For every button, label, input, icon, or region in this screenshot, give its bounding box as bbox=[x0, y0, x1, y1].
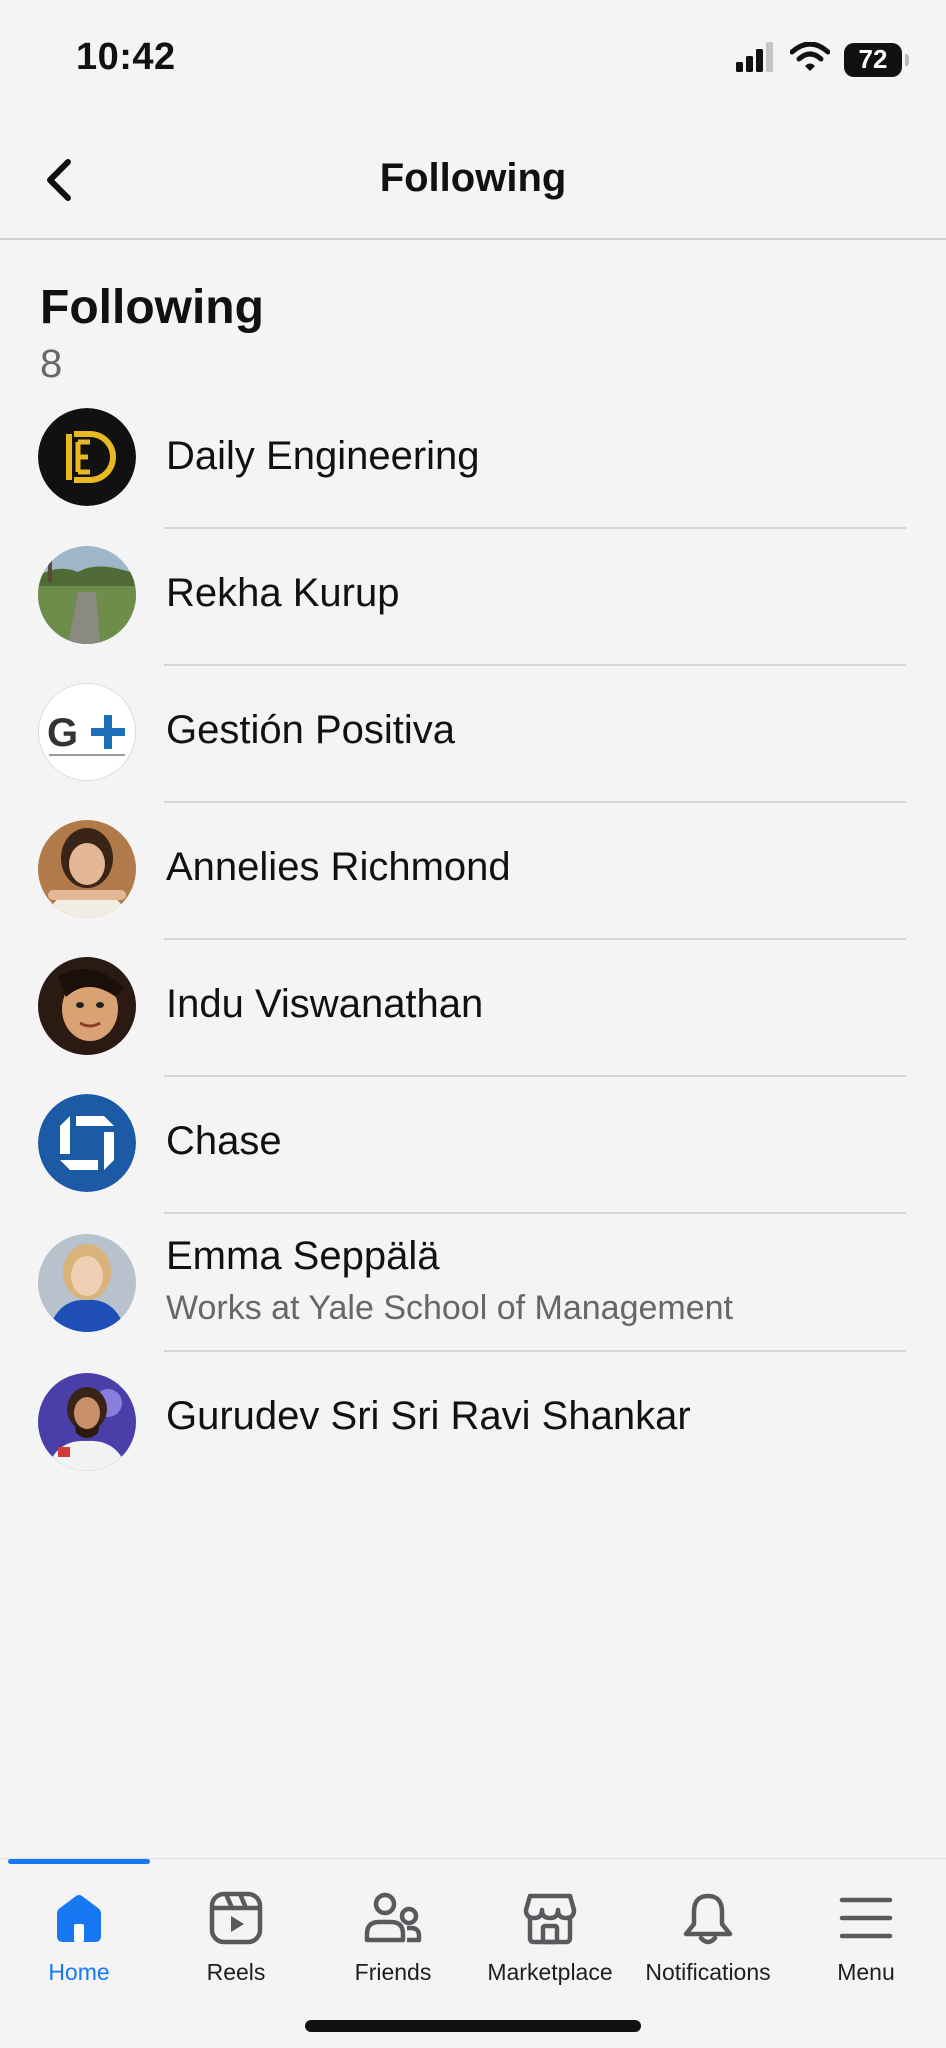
annelies-richmond-avatar bbox=[38, 820, 136, 918]
home-indicator[interactable] bbox=[305, 2020, 641, 2032]
menu-icon bbox=[835, 1887, 897, 1949]
item-name: Emma Seppälä bbox=[166, 1234, 440, 1278]
section-title: Following bbox=[40, 281, 264, 334]
item-name: Gestión Positiva bbox=[166, 708, 456, 752]
list-item[interactable]: Annelies Richmond bbox=[0, 803, 946, 940]
item-name: Rekha Kurup bbox=[166, 571, 400, 615]
item-text: Gurudev Sri Sri Ravi Shankar bbox=[166, 1394, 906, 1439]
tab-label: Friends bbox=[354, 1959, 432, 1985]
cellular-signal-icon bbox=[736, 42, 776, 77]
marketplace-icon bbox=[519, 1887, 581, 1949]
item-text: Chase bbox=[166, 1119, 906, 1164]
tab-label: Marketplace bbox=[487, 1959, 613, 1985]
tab-label: Notifications bbox=[645, 1959, 771, 1985]
battery-level: 72 bbox=[858, 44, 888, 74]
status-bar: 10:42 72 bbox=[0, 0, 946, 110]
tab-label: Reels bbox=[206, 1959, 266, 1985]
tab-home[interactable]: Home bbox=[0, 1887, 158, 1997]
list-item[interactable]: Gurudev Sri Sri Ravi Shankar bbox=[0, 1352, 946, 1489]
item-name: Indu Viswanathan bbox=[166, 982, 484, 1026]
gurudev-avatar bbox=[38, 1373, 136, 1471]
item-name: Annelies Richmond bbox=[166, 845, 511, 889]
tab-notifications[interactable]: Notifications bbox=[629, 1887, 787, 1997]
item-text: Gestión Positiva bbox=[166, 708, 906, 753]
list-item[interactable]: Rekha Kurup bbox=[0, 529, 946, 666]
item-text: Indu Viswanathan bbox=[166, 982, 906, 1027]
tab-marketplace[interactable]: Marketplace bbox=[471, 1887, 629, 1997]
item-text: Annelies Richmond bbox=[166, 845, 906, 890]
tab-friends[interactable]: Friends bbox=[314, 1887, 472, 1997]
wifi-icon bbox=[789, 41, 831, 77]
active-tab-indicator bbox=[8, 1859, 150, 1864]
list-item[interactable]: G Gestión Positiva bbox=[0, 666, 946, 803]
item-name: Chase bbox=[166, 1119, 282, 1163]
status-icons: 72 bbox=[736, 41, 909, 77]
indu-viswanathan-avatar bbox=[38, 957, 136, 1055]
chase-avatar bbox=[38, 1094, 136, 1192]
item-name: Gurudev Sri Sri Ravi Shankar bbox=[166, 1394, 691, 1438]
daily-engineering-avatar bbox=[38, 408, 136, 506]
svg-text:G: G bbox=[47, 711, 78, 755]
page-title: Following bbox=[379, 156, 567, 200]
list-item[interactable]: Emma Seppälä Works at Yale School of Man… bbox=[0, 1214, 946, 1352]
following-count: 8 bbox=[40, 342, 63, 386]
list-item[interactable]: Indu Viswanathan bbox=[0, 940, 946, 1077]
rekha-kurup-avatar bbox=[38, 546, 136, 644]
home-icon bbox=[48, 1887, 110, 1949]
tab-label: Home bbox=[48, 1959, 110, 1985]
gestion-positiva-avatar: G bbox=[38, 683, 136, 781]
tab-menu[interactable]: Menu bbox=[787, 1887, 945, 1997]
list-item[interactable]: Daily Engineering bbox=[0, 392, 946, 529]
list-item[interactable]: Chase bbox=[0, 1077, 946, 1214]
item-text: Rekha Kurup bbox=[166, 571, 906, 616]
status-time: 10:42 bbox=[76, 36, 176, 78]
item-text: Emma Seppälä Works at Yale School of Man… bbox=[166, 1234, 906, 1328]
following-list: Daily Engineering Rekha Kurup G Gestión … bbox=[0, 392, 946, 1489]
emma-seppala-avatar bbox=[38, 1234, 136, 1332]
navigation-header: Following bbox=[0, 120, 946, 240]
item-text: Daily Engineering bbox=[166, 434, 906, 479]
friends-icon bbox=[362, 1887, 424, 1949]
tab-label: Menu bbox=[837, 1959, 895, 1985]
tab-reels[interactable]: Reels bbox=[157, 1887, 315, 1997]
bell-icon bbox=[677, 1887, 739, 1949]
reels-icon bbox=[205, 1887, 267, 1949]
item-name: Daily Engineering bbox=[166, 434, 480, 478]
battery-icon: 72 bbox=[844, 42, 909, 77]
item-subtitle: Works at Yale School of Management bbox=[166, 1289, 733, 1327]
